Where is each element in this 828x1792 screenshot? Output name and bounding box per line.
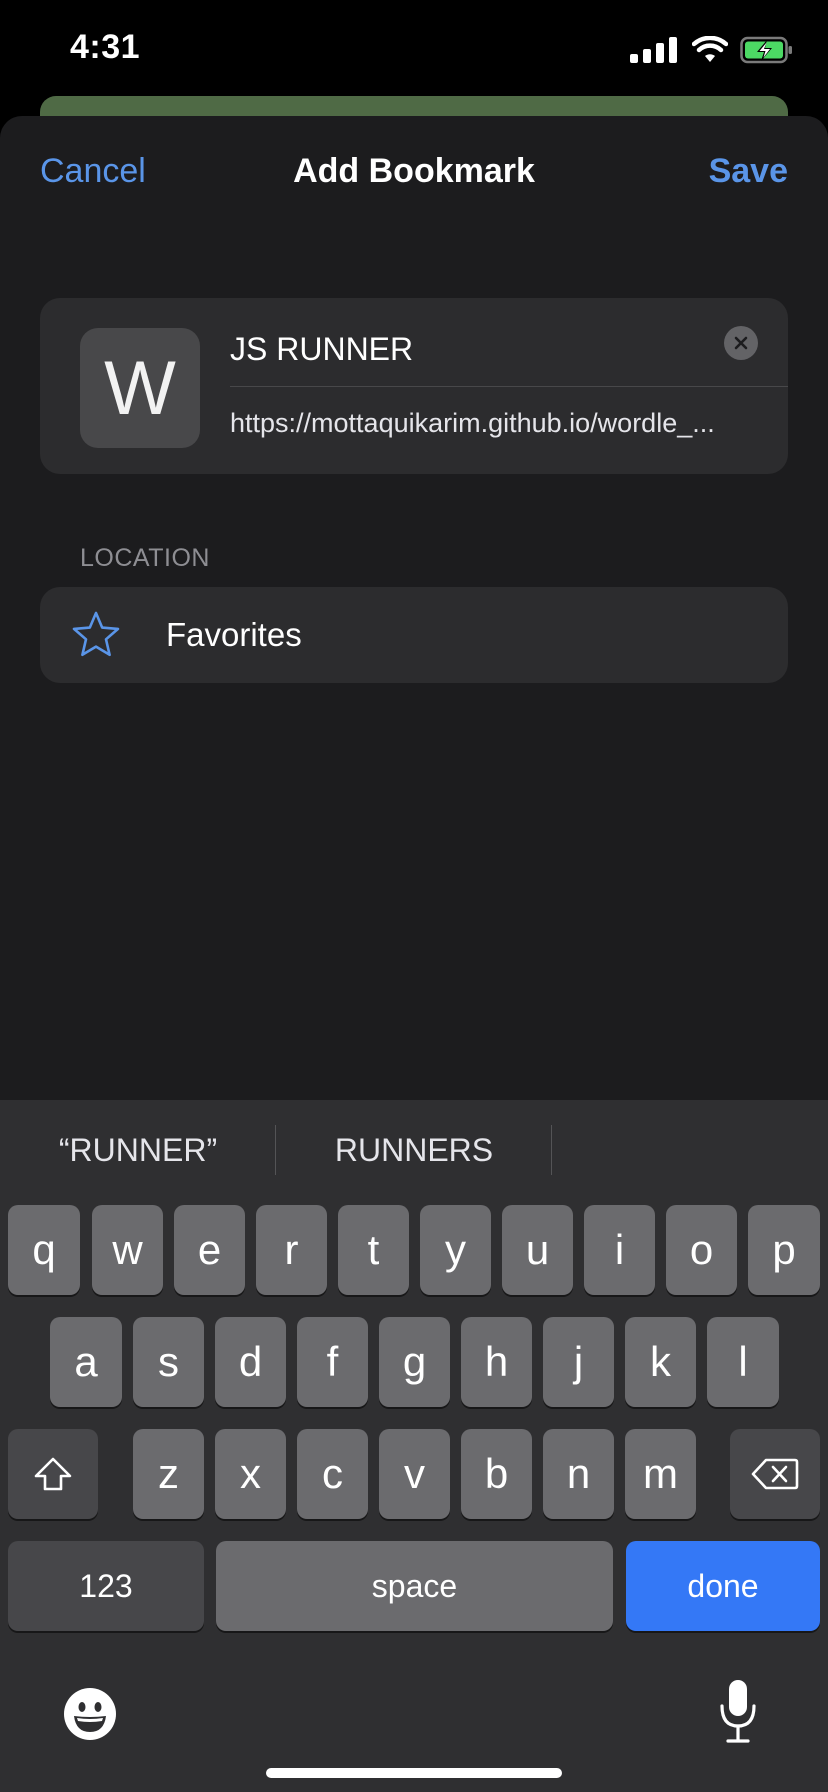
key-w[interactable]: w — [92, 1205, 163, 1295]
shift-icon — [34, 1457, 72, 1491]
key-x[interactable]: x — [215, 1429, 286, 1519]
key-d[interactable]: d — [215, 1317, 286, 1407]
key-i[interactable]: i — [584, 1205, 655, 1295]
wifi-icon — [692, 36, 728, 62]
key-v[interactable]: v — [379, 1429, 450, 1519]
key-o[interactable]: o — [666, 1205, 737, 1295]
done-key[interactable]: done — [626, 1541, 820, 1631]
backspace-icon — [751, 1458, 799, 1490]
key-u[interactable]: u — [502, 1205, 573, 1295]
save-button[interactable]: Save — [709, 152, 788, 191]
status-bar: 4:31 — [0, 0, 828, 100]
suggestion-divider — [551, 1125, 552, 1175]
key-f[interactable]: f — [297, 1317, 368, 1407]
field-divider — [230, 386, 788, 387]
numbers-key[interactable]: 123 — [8, 1541, 204, 1631]
suggestion-divider — [275, 1125, 276, 1175]
key-p[interactable]: p — [748, 1205, 820, 1295]
suggestion-item[interactable]: “RUNNER” — [20, 1132, 256, 1169]
bookmark-details-card: W JS RUNNER https://mottaquikarim.github… — [40, 298, 788, 474]
key-k[interactable]: k — [625, 1317, 696, 1407]
battery-charging-icon — [740, 36, 792, 64]
location-value: Favorites — [166, 616, 302, 653]
key-r[interactable]: r — [256, 1205, 327, 1295]
star-icon — [72, 611, 120, 657]
clear-x-icon — [734, 336, 748, 350]
key-y[interactable]: y — [420, 1205, 491, 1295]
keyboard: “RUNNER” RUNNERS q w e r t y u i o p a s… — [0, 1100, 828, 1792]
suggestion-bar: “RUNNER” RUNNERS — [0, 1100, 828, 1202]
key-c[interactable]: c — [297, 1429, 368, 1519]
key-b[interactable]: b — [461, 1429, 532, 1519]
key-s[interactable]: s — [133, 1317, 204, 1407]
delete-key[interactable] — [730, 1429, 820, 1519]
key-t[interactable]: t — [338, 1205, 409, 1295]
location-section-header: LOCATION — [80, 544, 210, 572]
key-z[interactable]: z — [133, 1429, 204, 1519]
key-l[interactable]: l — [707, 1317, 779, 1407]
key-n[interactable]: n — [543, 1429, 614, 1519]
key-q[interactable]: q — [8, 1205, 80, 1295]
clear-title-button[interactable] — [724, 326, 758, 360]
favicon-placeholder: W — [80, 328, 200, 448]
shift-key[interactable] — [8, 1429, 98, 1519]
status-time: 4:31 — [70, 28, 141, 66]
cellular-signal-icon — [630, 37, 677, 63]
key-j[interactable]: j — [543, 1317, 614, 1407]
home-indicator[interactable] — [266, 1768, 562, 1778]
microphone-icon[interactable] — [718, 1678, 758, 1744]
space-key[interactable]: space — [216, 1541, 613, 1631]
bookmark-title-input[interactable]: JS RUNNER — [230, 324, 750, 374]
key-e[interactable]: e — [174, 1205, 245, 1295]
key-g[interactable]: g — [379, 1317, 450, 1407]
key-h[interactable]: h — [461, 1317, 532, 1407]
emoji-icon[interactable] — [62, 1686, 118, 1742]
bookmark-url-field[interactable]: https://mottaquikarim.github.io/wordle_.… — [230, 408, 760, 439]
sheet-title: Add Bookmark — [293, 152, 535, 190]
status-icons — [630, 36, 794, 64]
location-favorites-row[interactable]: Favorites — [40, 587, 788, 683]
key-a[interactable]: a — [50, 1317, 122, 1407]
suggestion-item[interactable]: RUNNERS — [290, 1132, 538, 1169]
key-m[interactable]: m — [625, 1429, 696, 1519]
